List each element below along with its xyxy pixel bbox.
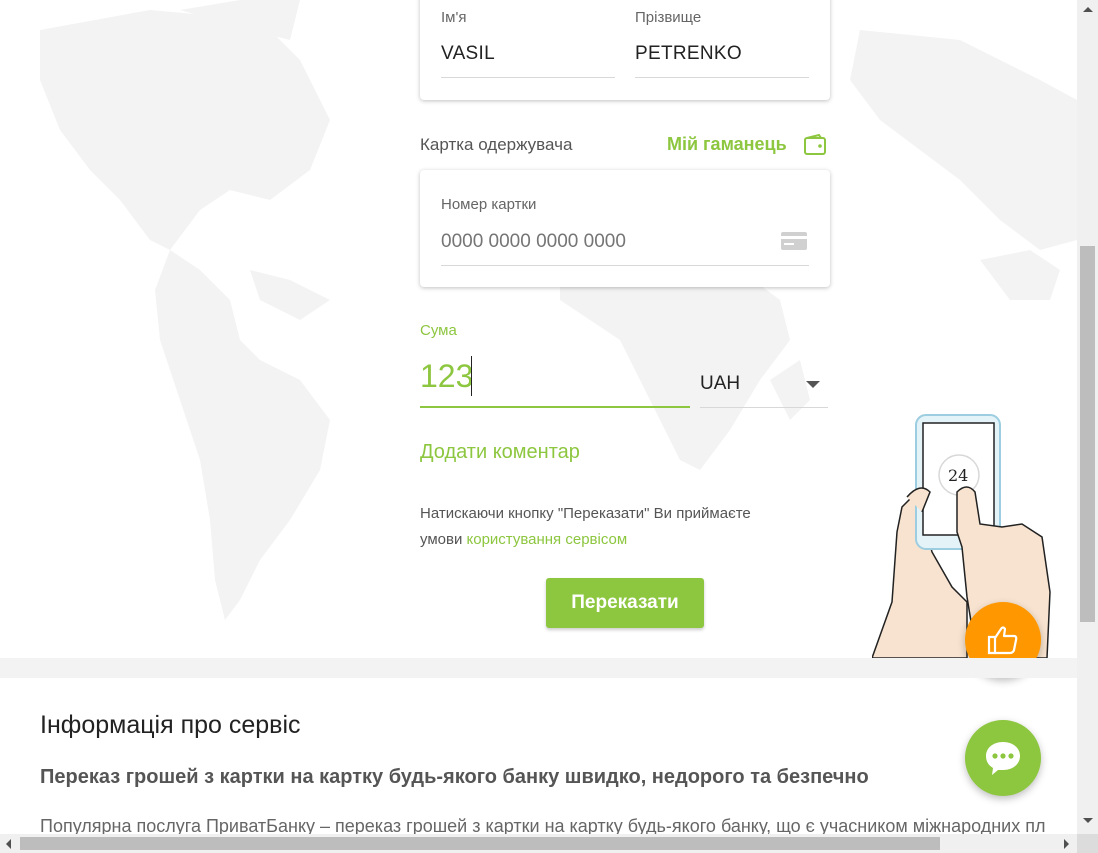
currency-value: UAH: [700, 373, 741, 394]
card-number-input[interactable]: [441, 227, 771, 257]
caret-down-icon: [806, 381, 820, 388]
credit-card-icon: [781, 232, 807, 250]
last-name-label: Прізвище: [635, 9, 702, 26]
amount-input[interactable]: 123: [420, 356, 690, 408]
card-number-label: Номер картки: [441, 196, 537, 213]
page-viewport: Ім'я VASIL Прізвище PETRENKO Картка одер…: [0, 0, 1077, 834]
info-title: Інформація про сервіс: [40, 711, 301, 739]
terms-line-2-prefix: умови: [420, 531, 467, 548]
scrollbar-corner: [1077, 834, 1098, 853]
horizontal-scroll-thumb[interactable]: [20, 837, 940, 850]
first-name-underline: [441, 77, 615, 78]
scroll-down-arrow[interactable]: [1083, 818, 1093, 823]
text-cursor: [471, 356, 472, 396]
terms-of-service-link[interactable]: користування сервісом: [467, 531, 628, 548]
transfer-button[interactable]: Переказати: [546, 578, 704, 628]
recipient-card-label: Картка одержувача: [420, 135, 573, 154]
section-divider: [0, 658, 1077, 678]
first-name-label: Ім'я: [441, 9, 467, 26]
scroll-left-arrow[interactable]: [6, 839, 11, 849]
last-name-input[interactable]: PETRENKO: [635, 43, 742, 65]
phone-badge-24: 24: [948, 466, 969, 485]
scroll-right-arrow[interactable]: [1064, 839, 1069, 849]
chat-bubble-icon: [986, 742, 1020, 775]
last-name-underline: [635, 77, 809, 78]
info-subtitle: Переказ грошей з картки на картку будь-я…: [40, 766, 869, 788]
horizontal-scrollbar[interactable]: [0, 834, 1077, 853]
card-number-card: Номер картки: [420, 170, 830, 287]
my-wallet-link[interactable]: Мій гаманець: [667, 134, 787, 155]
card-number-underline: [441, 265, 809, 266]
thumbs-up-icon: [987, 626, 1018, 655]
currency-select[interactable]: UAH: [700, 364, 828, 408]
terms-text: Натискаючи кнопку "Переказати" Ви прийма…: [420, 501, 820, 553]
terms-line-1: Натискаючи кнопку "Переказати" Ви прийма…: [420, 505, 751, 522]
chat-button[interactable]: [965, 720, 1041, 796]
amount-label: Сума: [420, 322, 457, 339]
add-comment-link[interactable]: Додати коментар: [420, 441, 580, 464]
vertical-scroll-thumb[interactable]: [1080, 246, 1095, 622]
scroll-up-arrow[interactable]: [1083, 7, 1093, 12]
wallet-icon[interactable]: [803, 134, 827, 156]
info-text: Популярна послуга ПриватБанку – переказ …: [40, 816, 1046, 834]
name-card: Ім'я VASIL Прізвище PETRENKO: [420, 0, 830, 100]
amount-value: 123: [420, 358, 474, 394]
vertical-scrollbar[interactable]: [1077, 0, 1098, 834]
first-name-input[interactable]: VASIL: [441, 43, 495, 65]
my-wallet-link-label: Мій гаманець: [667, 134, 787, 154]
